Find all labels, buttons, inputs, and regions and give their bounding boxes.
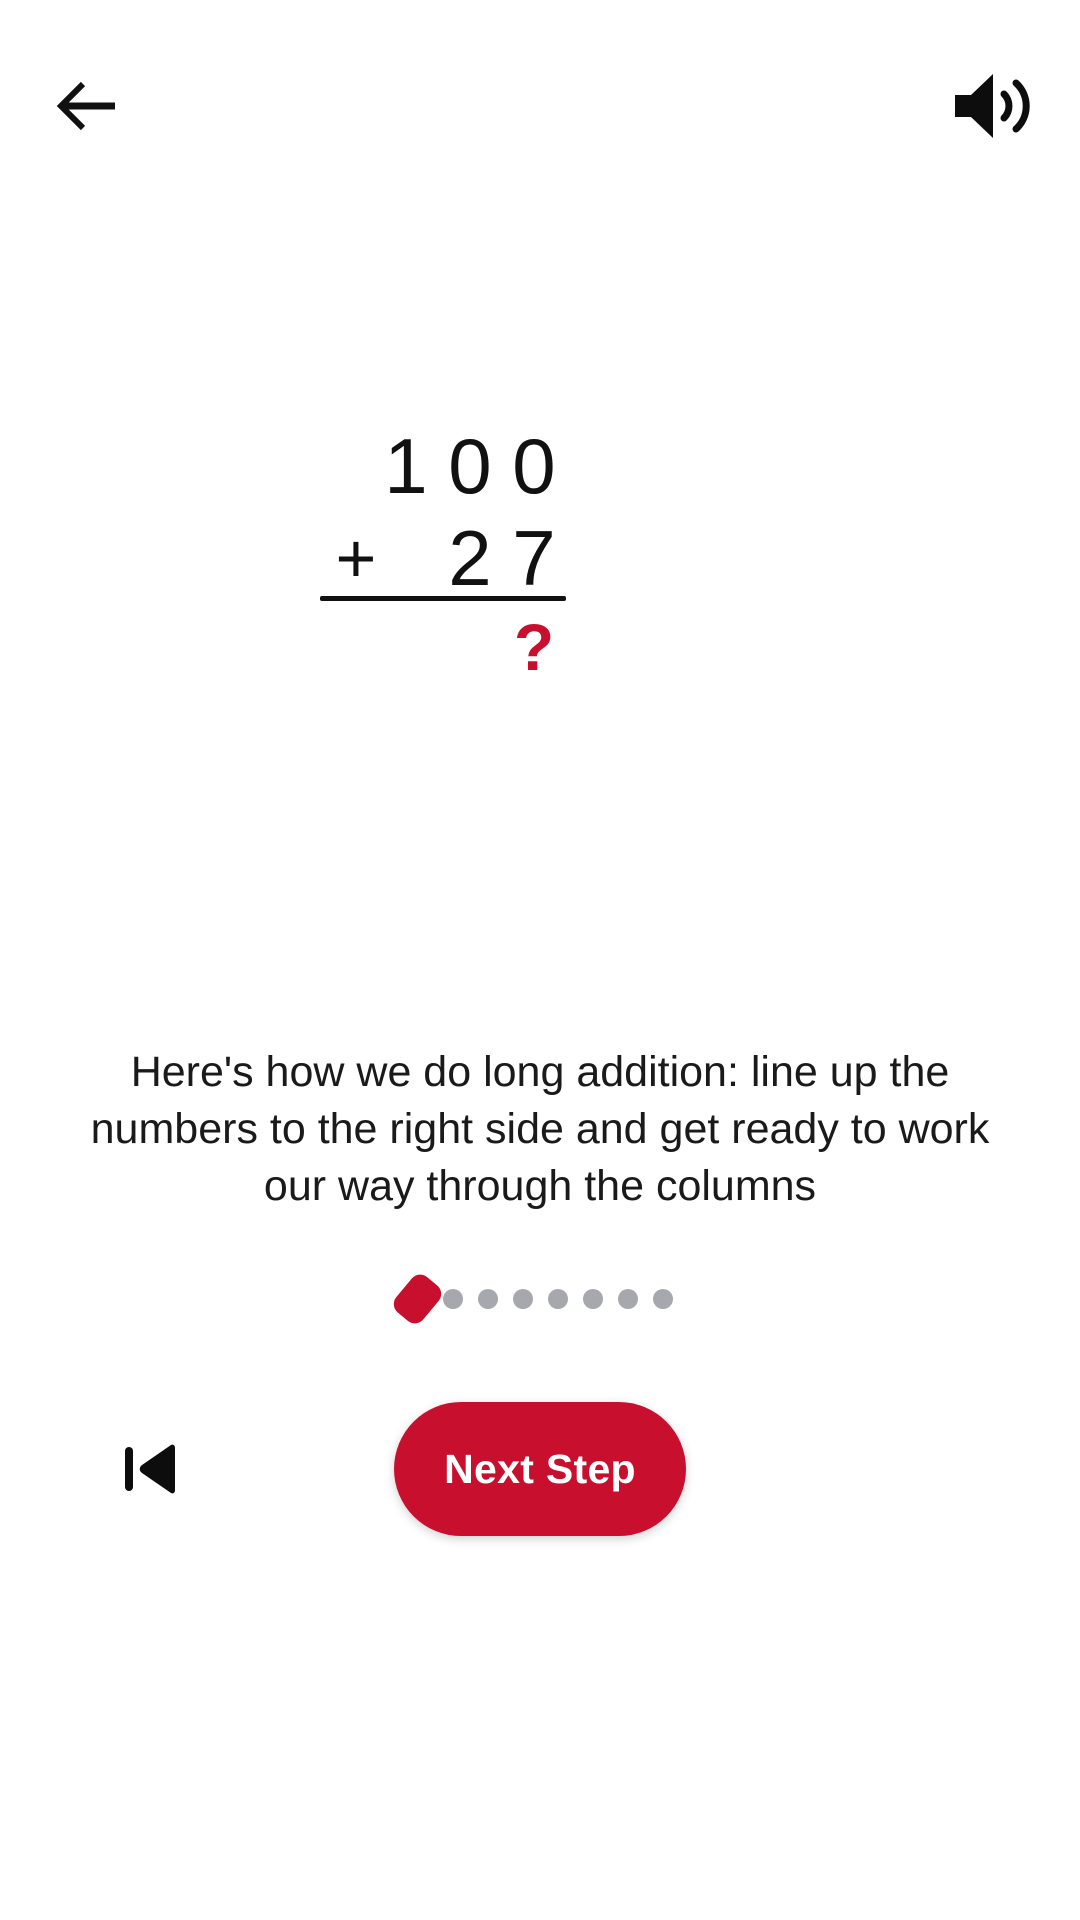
next-step-button[interactable]: Next Step: [394, 1402, 686, 1536]
pagination-dot-inactive: [582, 1289, 603, 1309]
instruction-text: Here's how we do long addition: line up …: [90, 1048, 990, 1210]
skip-previous-icon: [118, 1441, 182, 1502]
speaker-volume-icon: [949, 70, 1035, 147]
answer-placeholder[interactable]: ?: [502, 602, 566, 692]
pagination-dot-inactive: [512, 1289, 533, 1309]
step-pagination: [0, 1268, 1080, 1330]
back-arrow-icon: [56, 80, 119, 137]
pagination-dot-inactive: [652, 1289, 673, 1309]
pagination-dot-4[interactable]: [505, 1268, 540, 1330]
answer-row: ?: [310, 602, 566, 692]
digit: 0: [448, 422, 492, 510]
pagination-dot-inactive: [477, 1289, 498, 1309]
sum-divider-line: [320, 596, 566, 601]
back-button[interactable]: [38, 62, 138, 154]
pagination-dot-3[interactable]: [470, 1268, 505, 1330]
addend-top-row: 1 0 0: [310, 418, 566, 514]
pagination-dot-inactive: [547, 1289, 568, 1309]
pagination-dot-5[interactable]: [540, 1268, 575, 1330]
pagination-dot-1[interactable]: [389, 1268, 446, 1330]
long-addition-problem: 1 0 0 + 2 7 ?: [0, 404, 1080, 694]
pagination-dot-2[interactable]: [435, 1268, 470, 1330]
digit: 2: [448, 514, 492, 602]
addend-bottom-digits: 2 7: [438, 510, 566, 606]
pagination-dot-8[interactable]: [645, 1268, 680, 1330]
pagination-dot-inactive: [442, 1289, 463, 1309]
pagination-dot-7[interactable]: [610, 1268, 645, 1330]
digit: 1: [384, 422, 428, 510]
pagination-dot-6[interactable]: [575, 1268, 610, 1330]
sound-toggle-button[interactable]: [940, 60, 1044, 156]
addend-top-digits: 1 0 0: [374, 418, 566, 514]
digit: 0: [512, 422, 556, 510]
digit: 7: [512, 514, 556, 602]
pagination-dot-inactive: [617, 1289, 638, 1309]
addend-bottom-row: 2 7: [310, 510, 566, 606]
previous-step-button[interactable]: [98, 1419, 202, 1523]
app-header: [0, 0, 1080, 215]
app-footer: Next Step: [0, 1390, 1080, 1570]
